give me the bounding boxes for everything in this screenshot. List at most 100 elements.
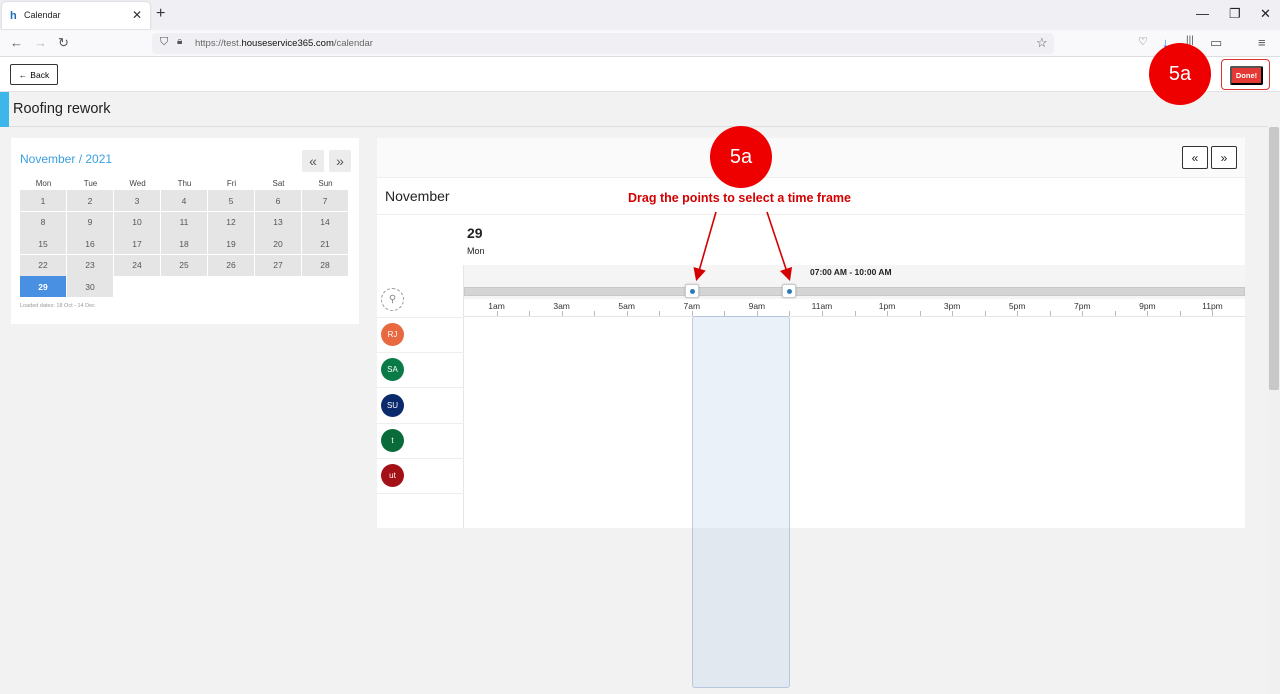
resource-row: SA — [377, 353, 464, 389]
day-cell[interactable]: 3 — [114, 190, 160, 211]
reload-icon[interactable]: ↻ — [58, 35, 69, 51]
day-cell[interactable]: 16 — [67, 233, 113, 255]
day-cell[interactable]: 5 — [208, 190, 254, 211]
avatar[interactable]: SU — [381, 393, 404, 417]
double-chevron-right-icon: » — [1220, 150, 1228, 165]
day-cell[interactable]: 17 — [114, 233, 160, 255]
unassigned-user-icon[interactable]: ⚲ — [381, 288, 404, 311]
scheduler-month: November — [385, 188, 450, 204]
day-cell[interactable]: 30 — [67, 276, 113, 298]
day-cell[interactable]: 10 — [114, 211, 160, 233]
prev-period-button[interactable]: « — [1182, 146, 1208, 169]
loaded-dates-note: Loaded dates: 18 Oct - 14 Dec — [20, 303, 95, 309]
day-cell[interactable]: 19 — [208, 233, 254, 255]
weekday-label: Sat — [272, 179, 285, 188]
bookmark-star-icon[interactable]: ☆ — [1036, 35, 1048, 51]
hour-label: 7am — [683, 301, 701, 311]
day-cell[interactable]: 4 — [161, 190, 207, 211]
back-arrow-icon[interactable]: ← — [10, 35, 23, 50]
day-cell[interactable]: 26 — [208, 254, 254, 276]
hour-label: 5pm — [1008, 301, 1026, 311]
window-close-icon[interactable]: ✕ — [1260, 6, 1271, 22]
avatar[interactable]: ut — [381, 464, 404, 487]
day-cell[interactable]: 7 — [302, 190, 348, 211]
day-cell[interactable]: 27 — [255, 254, 301, 276]
day-cell[interactable]: 12 — [208, 211, 254, 233]
day-cell[interactable]: 18 — [161, 233, 207, 255]
time-range-row: 07:00 AM - 10:00 AM — [464, 265, 1245, 299]
resource-row: t — [377, 424, 464, 459]
avatar[interactable]: t — [381, 428, 404, 452]
day-cell[interactable]: 22 — [20, 254, 66, 276]
hour-tick — [691, 311, 693, 316]
weekday-label: Mon — [35, 179, 52, 188]
selected-day-cell[interactable]: 29 — [20, 276, 66, 298]
day-cell[interactable]: 25 — [161, 254, 207, 276]
next-month-button[interactable]: » — [329, 150, 351, 172]
mini-calendar-title: November / 2021 — [20, 152, 113, 166]
restore-icon[interactable]: ❐ — [1229, 6, 1241, 22]
day-cell[interactable]: 21 — [302, 233, 348, 255]
url-bar[interactable]: ⛉ 🔒︎ https://test.houseservice365.com/ca… — [152, 33, 1054, 54]
time-range-label: 07:00 AM - 10:00 AM — [810, 267, 892, 277]
avatar[interactable]: SA — [381, 358, 404, 382]
day-cell[interactable]: 14 — [302, 211, 348, 233]
hour-label: 3am — [553, 301, 570, 311]
weekday-label: Thu — [177, 179, 192, 188]
hour-tick — [659, 311, 661, 316]
sidebar-icon[interactable]: ▭ — [1210, 35, 1222, 51]
day-header: 29 Mon — [377, 214, 1245, 265]
next-period-button[interactable]: » — [1211, 146, 1237, 169]
menu-icon[interactable]: ≡ — [1258, 35, 1266, 50]
hour-label: 11pm — [1202, 301, 1223, 311]
hour-label: 1am — [488, 301, 505, 311]
browser-tab-bar: h Calendar ✕ + — ❐ ✕ — [0, 0, 1280, 30]
hour-tick — [496, 311, 498, 316]
resource-column: ⚲ RJ SA SU t ut — [377, 265, 464, 528]
time-range-slider[interactable] — [464, 287, 1245, 296]
done-button[interactable]: Done! — [1230, 66, 1263, 85]
day-cell[interactable]: 13 — [255, 211, 301, 233]
hour-tick — [529, 311, 531, 316]
scrollbar-thumb[interactable] — [1269, 127, 1279, 390]
close-tab-icon[interactable]: ✕ — [132, 8, 142, 22]
tab-title: Calendar — [24, 10, 61, 20]
range-start-handle[interactable] — [684, 284, 699, 298]
hour-label: 5am — [618, 301, 635, 311]
lock-icon[interactable]: 🔒︎ — [177, 36, 182, 47]
minimize-icon[interactable]: — — [1196, 6, 1209, 21]
day-cell[interactable]: 1 — [20, 190, 66, 211]
pocket-icon[interactable]: ♡ — [1138, 35, 1148, 48]
back-button[interactable]: ← Back — [10, 64, 58, 85]
resource-row: ut — [377, 459, 464, 494]
weekday-label: Sun — [318, 179, 333, 188]
day-cell[interactable]: 9 — [67, 211, 113, 233]
day-cell[interactable]: 28 — [302, 254, 348, 276]
instruction-annotation: Drag the points to select a time frame — [628, 191, 851, 205]
day-cell[interactable]: 8 — [20, 211, 66, 233]
day-cell[interactable]: 23 — [67, 254, 113, 276]
hour-tick — [919, 311, 921, 316]
day-cell[interactable]: 6 — [255, 190, 301, 211]
day-cell[interactable]: 2 — [67, 190, 113, 211]
hour-tick — [821, 311, 823, 316]
day-cell[interactable]: 15 — [20, 233, 66, 255]
day-cell[interactable]: 11 — [161, 211, 207, 233]
range-end-handle[interactable] — [782, 284, 797, 298]
forward-arrow-icon[interactable]: → — [34, 35, 47, 50]
double-chevron-left-icon: « — [1191, 150, 1199, 165]
avatar[interactable]: RJ — [381, 323, 404, 347]
prev-month-button[interactable]: « — [302, 150, 324, 172]
step-callout-mid: 5a — [710, 126, 772, 188]
hour-axis: 1am 3am 5am 7am 9am 11am 1pm 3pm 5pm 7pm 9pm 11pm — [464, 299, 1245, 317]
app-header: ← Back Done! — [0, 57, 1280, 92]
shield-icon[interactable]: ⛉ — [160, 36, 168, 49]
hour-tick — [887, 311, 889, 316]
day-cell[interactable]: 20 — [255, 233, 301, 255]
hour-tick — [984, 311, 986, 316]
day-cell[interactable]: 24 — [114, 254, 160, 276]
new-tab-icon[interactable]: + — [156, 5, 165, 23]
hour-tick — [1017, 311, 1019, 316]
browser-tab[interactable]: h Calendar ✕ — [2, 2, 150, 29]
page-title-bar: Roofing rework — [0, 92, 1268, 127]
